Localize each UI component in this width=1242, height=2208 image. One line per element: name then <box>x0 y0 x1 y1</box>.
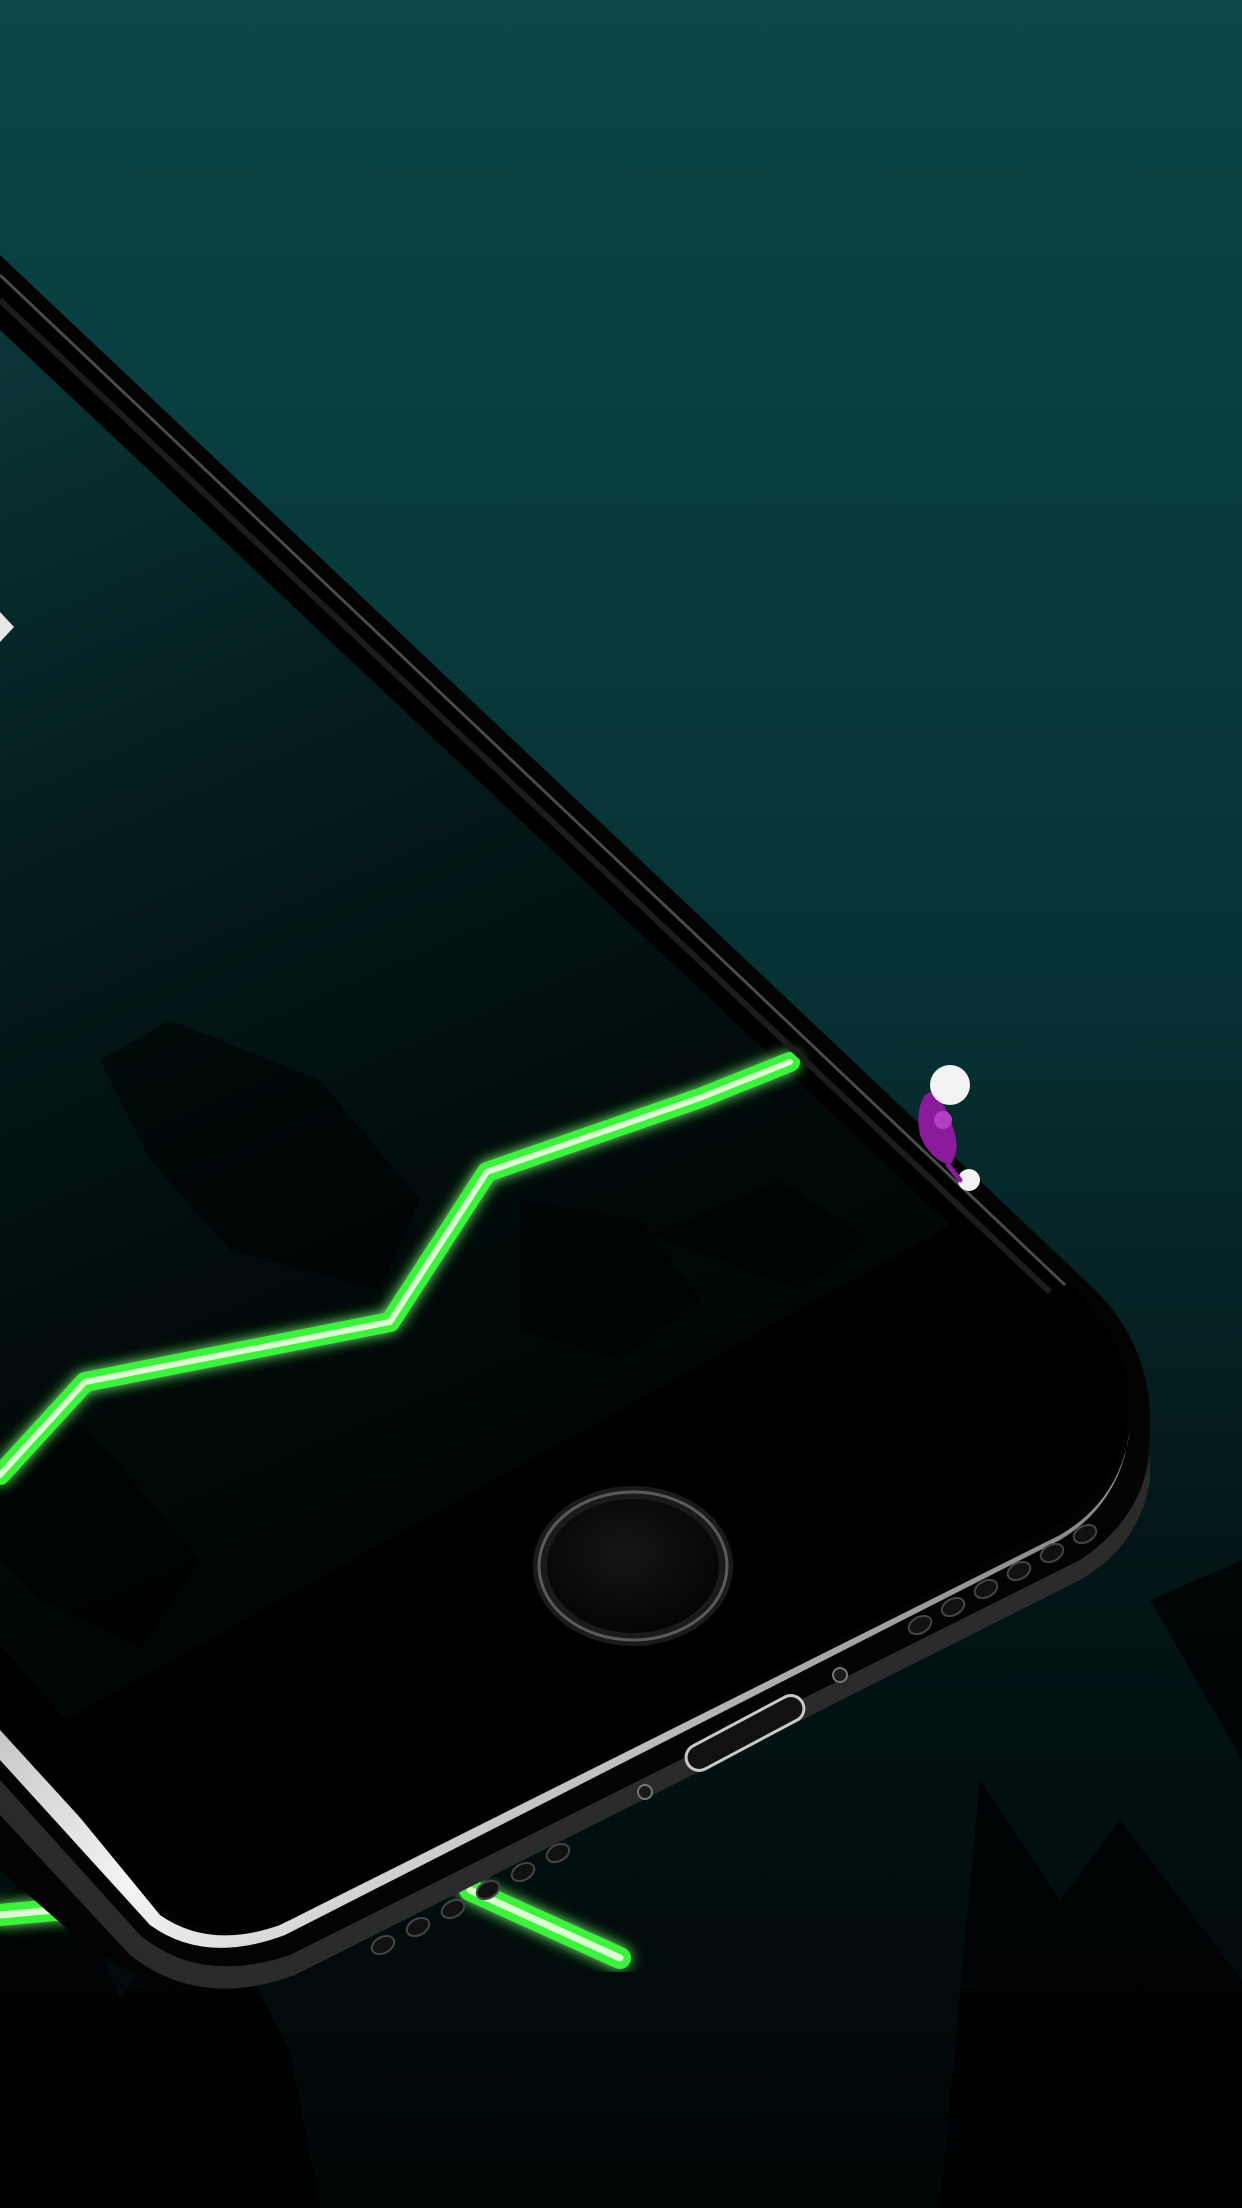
promo-scene <box>0 0 1242 2208</box>
home-button-icon <box>533 1486 733 1646</box>
scene-canvas <box>0 0 1242 2208</box>
